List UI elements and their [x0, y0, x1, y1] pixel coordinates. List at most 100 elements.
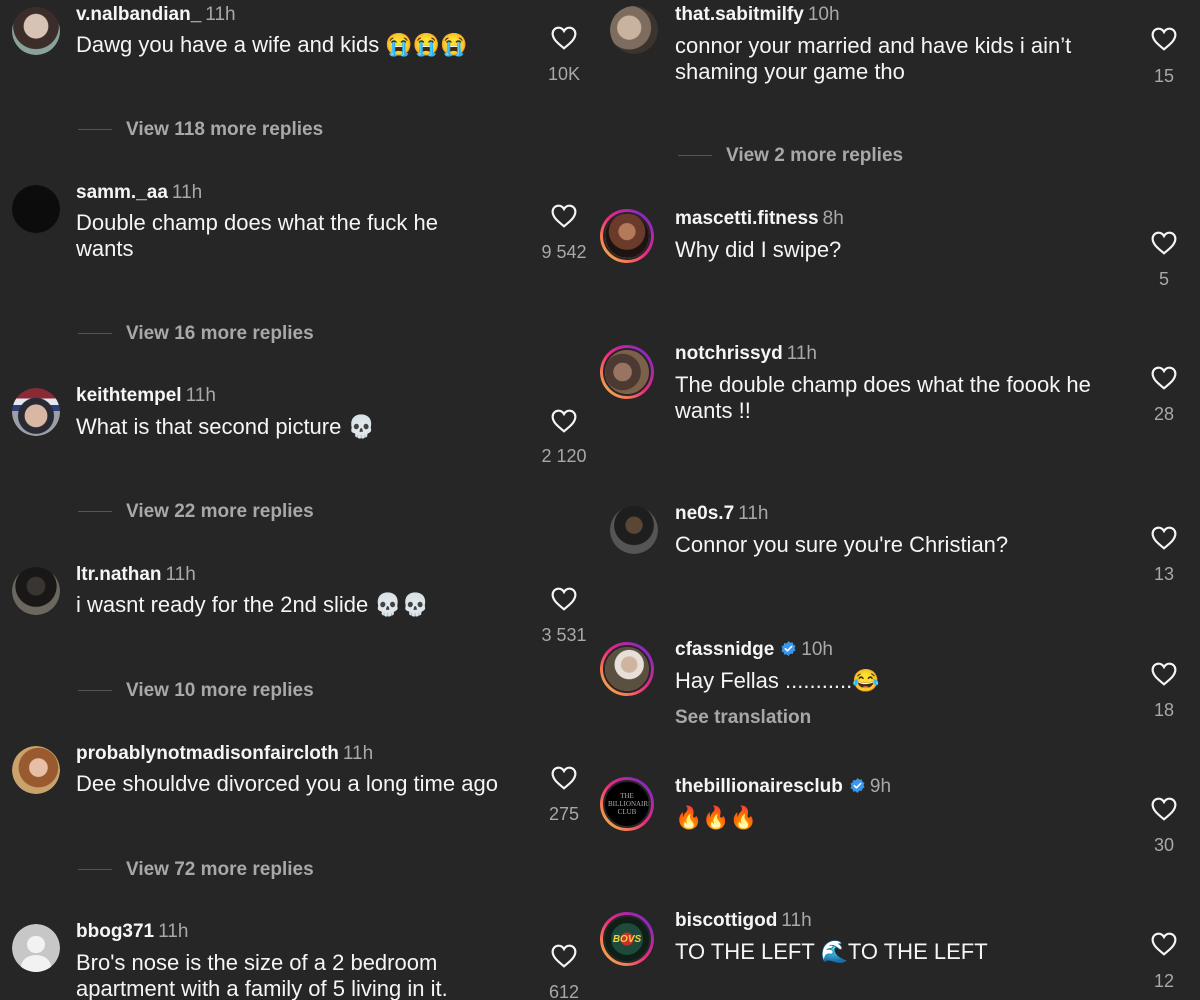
comment: bbog371 11h Bro's nose is the size of a 2… — [0, 920, 600, 1000]
comment-meta: probablynotmadisonfaircloth 11h — [76, 743, 373, 765]
username[interactable]: biscottigod — [675, 910, 777, 931]
username[interactable]: that.sabitmilfy — [675, 4, 804, 25]
avatar[interactable] — [610, 6, 658, 54]
username[interactable]: ne0s.7 — [675, 503, 734, 524]
view-replies-button[interactable]: View 118 more replies — [78, 118, 323, 142]
username[interactable]: thebillionairesclub — [675, 776, 843, 797]
avatar-story-ring[interactable] — [600, 642, 654, 696]
comment-meta: ltr.nathan 11h — [76, 564, 196, 586]
username[interactable]: bbog371 — [76, 921, 154, 942]
avatar[interactable] — [12, 567, 60, 615]
avatar-story-ring[interactable]: THE BILLIONAIRES CLUB — [600, 777, 654, 831]
username[interactable]: probablynotmadisonfaircloth — [76, 743, 339, 764]
verified-badge-icon — [850, 778, 865, 793]
heart-outline-icon[interactable] — [551, 204, 577, 228]
replies-divider — [78, 129, 112, 131]
timestamp: 8h — [822, 208, 844, 229]
comment-text: Why did I swipe? — [675, 237, 842, 262]
heart-outline-icon[interactable] — [551, 944, 577, 968]
verified-badge-icon — [781, 641, 796, 656]
heart-outline-icon[interactable] — [1151, 526, 1177, 550]
username[interactable]: ltr.nathan — [76, 564, 162, 585]
timestamp: 10h — [801, 639, 833, 660]
view-replies-label: View 16 more replies — [126, 323, 314, 344]
comment-meta: biscottigod 11h — [675, 910, 812, 932]
timestamp: 11h — [171, 182, 203, 203]
heart-outline-icon[interactable] — [1151, 366, 1177, 390]
avatar-story-ring[interactable] — [600, 345, 654, 399]
heart-outline-icon[interactable] — [551, 766, 577, 790]
avatar-story-ring[interactable]: BOVS — [600, 912, 654, 966]
replies-divider — [78, 869, 112, 871]
view-replies-button[interactable]: View 2 more replies — [678, 144, 903, 168]
comment: ne0s.7 11h Connor you sure you're Christi… — [600, 500, 1200, 620]
comment-text: Bro's nose is the size of a 2 bedroom ap… — [76, 950, 448, 1000]
heart-outline-icon[interactable] — [551, 26, 577, 50]
timestamp: 11h — [738, 503, 769, 524]
heart-outline-icon[interactable] — [1151, 27, 1177, 51]
view-replies-button[interactable]: View 10 more replies — [78, 679, 314, 703]
like-count: 275 — [548, 804, 580, 824]
heart-outline-icon[interactable] — [551, 409, 577, 433]
comment-meta: that.sabitmilfy 10h — [675, 4, 840, 26]
like-count: 15 — [1153, 66, 1175, 86]
comment-text: What is that second picture 💀 — [76, 414, 375, 439]
avatar-story-ring[interactable] — [600, 209, 654, 263]
like-count: 9 542 — [541, 242, 587, 262]
comment-meta: bbog371 11h — [76, 921, 188, 943]
heart-outline-icon[interactable] — [1151, 662, 1177, 686]
comment-text: Dee shouldve divorced you a long time ag… — [76, 771, 498, 796]
username[interactable]: keithtempel — [76, 385, 182, 406]
comment: v.nalbandian_ 11h Dawg you have a wife an… — [0, 0, 600, 160]
comment: probablynotmadisonfaircloth 11h Dee shoul… — [0, 742, 600, 902]
heart-outline-icon[interactable] — [551, 587, 577, 611]
timestamp: 11h — [158, 921, 189, 942]
avatar[interactable] — [610, 506, 658, 554]
avatar[interactable] — [12, 388, 60, 436]
view-replies-label: View 22 more replies — [126, 501, 314, 522]
like-count: 13 — [1153, 564, 1175, 584]
comment: THE BILLIONAIRES CLUB thebillionairesclu… — [600, 773, 1200, 903]
view-replies-button[interactable]: View 72 more replies — [78, 858, 314, 882]
view-replies-button[interactable]: View 16 more replies — [78, 322, 314, 346]
comment-text: Connor you sure you're Christian? — [675, 532, 1009, 557]
comment-meta: v.nalbandian_ 11h — [76, 4, 236, 26]
view-replies-label: View 72 more replies — [126, 859, 314, 880]
like-count: 28 — [1153, 404, 1175, 424]
comment-text: i wasnt ready for the 2nd slide 💀💀 — [76, 592, 430, 617]
timestamp: 11h — [342, 743, 374, 764]
view-replies-button[interactable]: View 22 more replies — [78, 500, 314, 524]
timestamp: 11h — [165, 564, 196, 585]
see-translation-link[interactable]: See translation — [675, 707, 811, 729]
like-count: 2 120 — [541, 446, 587, 466]
avatar[interactable] — [12, 7, 60, 55]
username[interactable]: v.nalbandian_ — [76, 4, 201, 25]
like-count: 18 — [1153, 700, 1175, 720]
view-replies-label: View 10 more replies — [126, 680, 314, 701]
heart-outline-icon[interactable] — [1151, 231, 1177, 255]
like-count: 12 — [1153, 971, 1175, 991]
comment-meta: cfassnidge 10h — [675, 639, 833, 661]
replies-divider — [678, 155, 712, 157]
username[interactable]: cfassnidge — [675, 639, 774, 660]
username[interactable]: notchrissyd — [675, 343, 783, 364]
username[interactable]: samm._aa — [76, 182, 168, 203]
timestamp: 11h — [205, 4, 236, 25]
comment-meta: samm._aa 11h — [76, 182, 202, 204]
avatar-logo-text: THE BILLIONAIRES CLUB — [608, 792, 649, 816]
comment-text: Double champ does what the fuck he wants — [76, 210, 439, 261]
default-avatar-icon[interactable] — [12, 924, 60, 972]
username[interactable]: mascetti.fitness — [675, 208, 819, 229]
comment: notchrissyd 11h The double champ does wha… — [600, 340, 1200, 480]
replies-divider — [78, 690, 112, 692]
comment: mascetti.fitness 8h Why did I swipe? 5 — [600, 205, 1200, 325]
heart-outline-icon[interactable] — [1151, 797, 1177, 821]
like-count: 612 — [548, 982, 580, 1000]
avatar[interactable] — [12, 746, 60, 794]
heart-outline-icon[interactable] — [1151, 932, 1177, 956]
comment: that.sabitmilfy 10h connor your married a… — [600, 0, 1200, 180]
like-count: 3 531 — [541, 625, 587, 645]
avatar[interactable] — [12, 185, 60, 233]
view-replies-label: View 118 more replies — [126, 119, 324, 140]
comment-text: connor your married and have kids i ain’… — [675, 33, 1072, 84]
